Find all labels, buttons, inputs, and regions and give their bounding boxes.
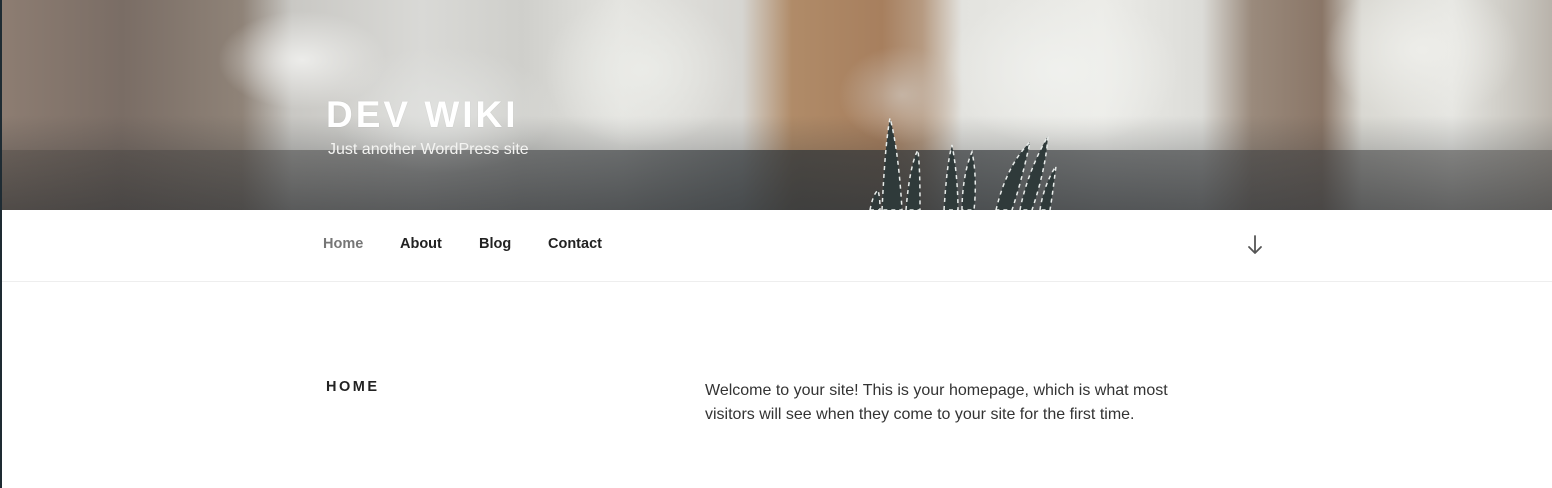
page-title: HOME: [326, 379, 380, 395]
plant-image: [869, 117, 1057, 210]
site-tagline: Just another WordPress site: [328, 141, 529, 158]
page-body-text: Welcome to your site! This is your homep…: [705, 382, 1168, 423]
site-title[interactable]: DEV WIKI: [326, 94, 519, 136]
header-image-shade: [2, 150, 1552, 210]
nav-item-home[interactable]: Home: [323, 236, 363, 252]
nav-item-blog[interactable]: Blog: [479, 236, 511, 252]
nav-item-about[interactable]: About: [400, 236, 442, 252]
arrow-down-icon[interactable]: [1246, 233, 1264, 257]
window-edge: [0, 0, 2, 488]
nav-item-contact[interactable]: Contact: [548, 236, 602, 252]
page: DEV WIKI Just another WordPress site Hom…: [0, 0, 1552, 488]
main-navigation: Home About Blog Contact: [2, 210, 1552, 282]
site-header: DEV WIKI Just another WordPress site: [2, 0, 1552, 210]
